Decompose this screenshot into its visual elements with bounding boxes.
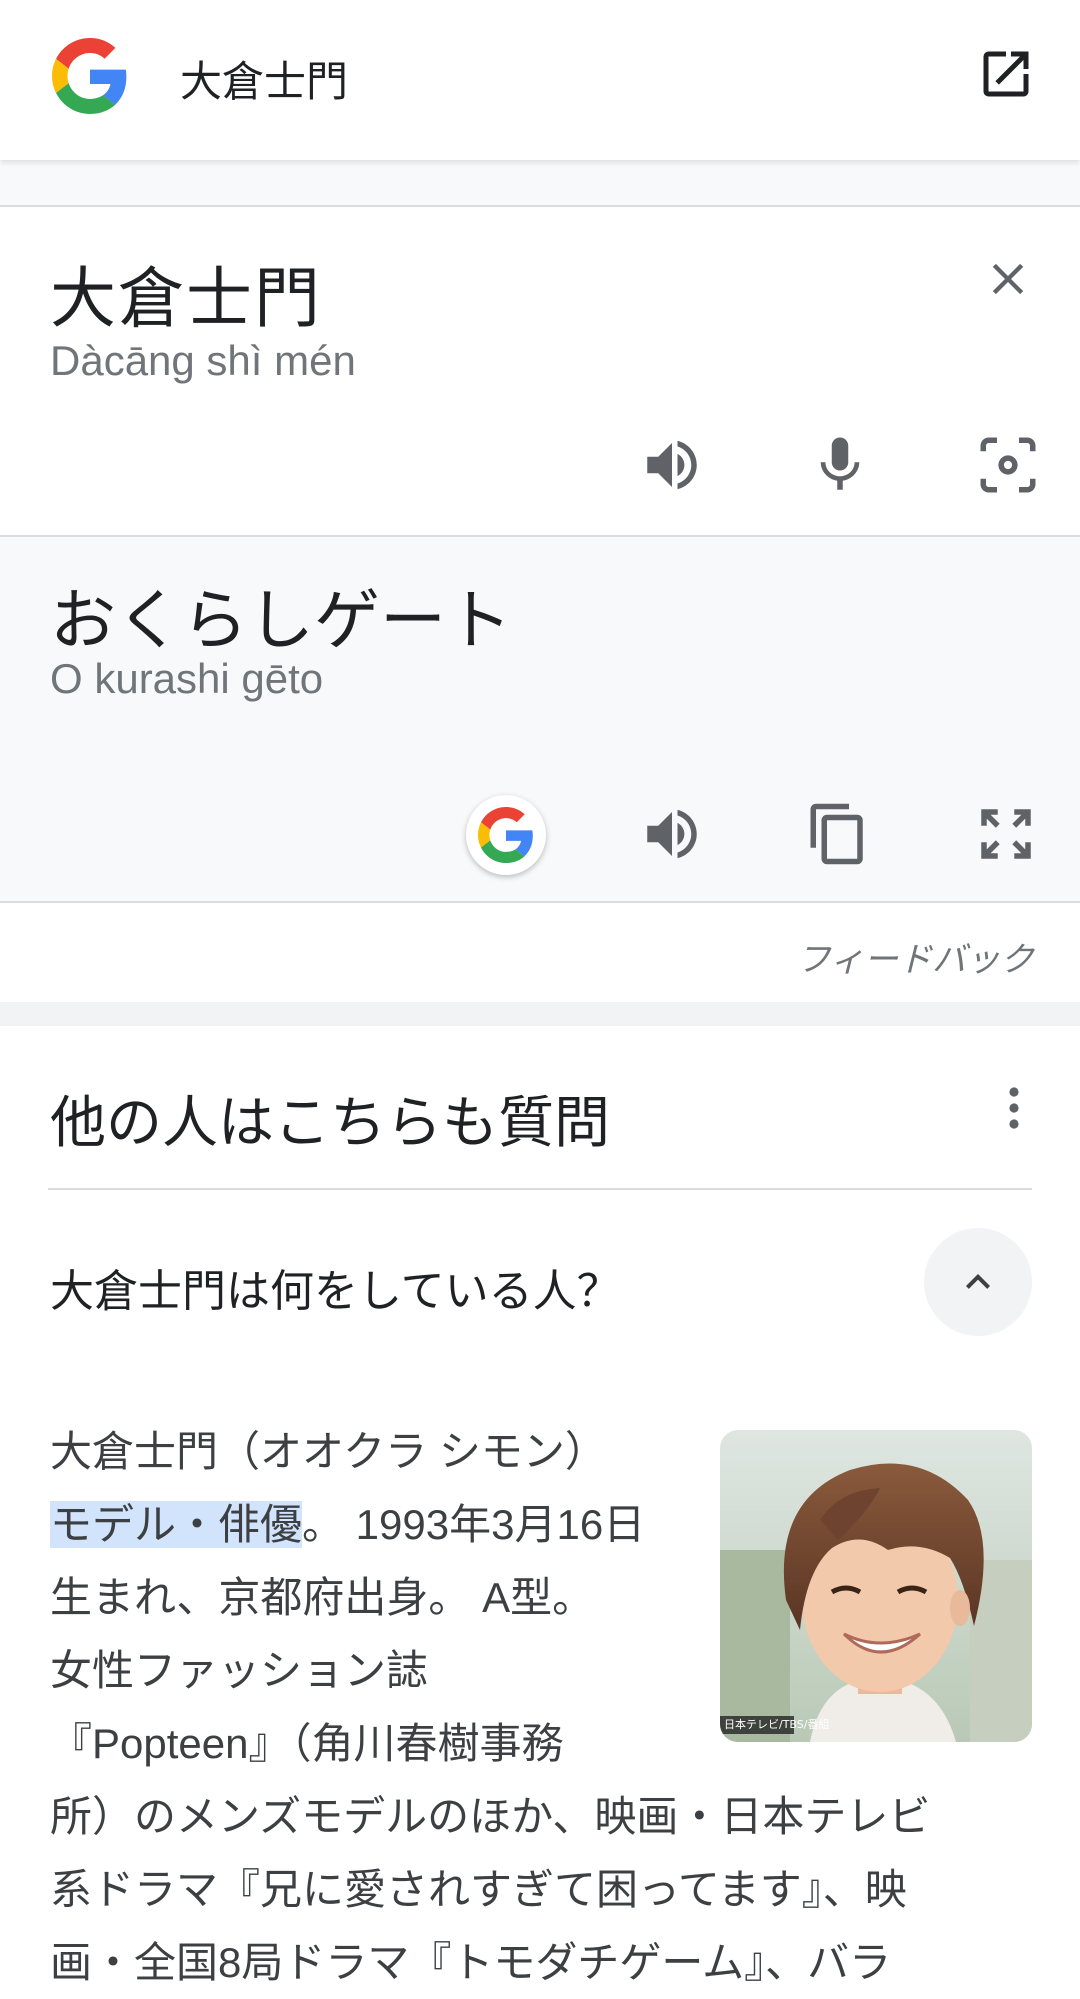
answer-line: 『Popteen』（角川春樹事務	[50, 1720, 564, 1767]
search-query[interactable]: 大倉士門	[180, 48, 348, 109]
person-photo[interactable]: 日本テレビ/TBS/番組	[720, 1430, 1032, 1742]
translation-text[interactable]: おくらしゲート	[50, 567, 512, 663]
answer-line: 大倉士門（オオクラ シモン）	[50, 1428, 607, 1475]
speaker-icon[interactable]	[632, 425, 712, 505]
feedback-link[interactable]: フィードバック	[797, 932, 1034, 981]
translation-panel: おくらしゲート O kurashi gēto	[0, 537, 1080, 903]
highlighted-text: モデル・俳優	[50, 1501, 303, 1548]
fullscreen-icon[interactable]	[966, 794, 1046, 874]
google-g-icon[interactable]	[466, 795, 546, 875]
translation-romanization: O kurashi gēto	[50, 655, 324, 702]
close-icon[interactable]	[968, 239, 1048, 319]
more-vert-icon[interactable]	[990, 1080, 1038, 1136]
open-in-new-icon[interactable]	[976, 44, 1036, 104]
photo-caption: 日本テレビ/TBS/番組	[724, 1718, 830, 1731]
divider	[48, 1188, 1032, 1190]
mic-icon[interactable]	[800, 425, 880, 505]
camera-lens-icon[interactable]	[968, 425, 1048, 505]
question-1[interactable]: 大倉士門は何をしている人？	[50, 1255, 621, 1319]
source-panel: 大倉士門 Dàcāng shì mén	[0, 207, 1080, 537]
speaker-icon[interactable]	[632, 794, 712, 874]
answer-line: 画・全国8局ドラマ『トモダチゲーム』、バラ	[50, 1939, 892, 1986]
google-g-icon[interactable]	[52, 38, 128, 114]
answer-line: モデル・俳優。 1993年3月16日	[50, 1501, 646, 1548]
top-bar: 大倉士門	[0, 0, 1080, 160]
answer-line: 生まれ、京都府出身。 A型。	[50, 1574, 595, 1621]
source-text[interactable]: 大倉士門	[50, 245, 322, 341]
answer-line: 系ドラマ『兄に愛されすぎて困ってます』、映	[50, 1866, 907, 1913]
answer-line: 女性ファッション誌	[50, 1647, 429, 1694]
answer-line: 所）のメンズモデルのほか、映画・日本テレビ	[50, 1793, 931, 1840]
people-also-ask-title: 他の人はこちらも質問	[50, 1091, 610, 1154]
chevron-up-icon[interactable]	[924, 1228, 1032, 1336]
section-separator	[0, 1002, 1080, 1026]
source-romanization: Dàcāng shì mén	[50, 337, 356, 384]
divider-band	[0, 163, 1080, 207]
copy-icon[interactable]	[798, 794, 878, 874]
